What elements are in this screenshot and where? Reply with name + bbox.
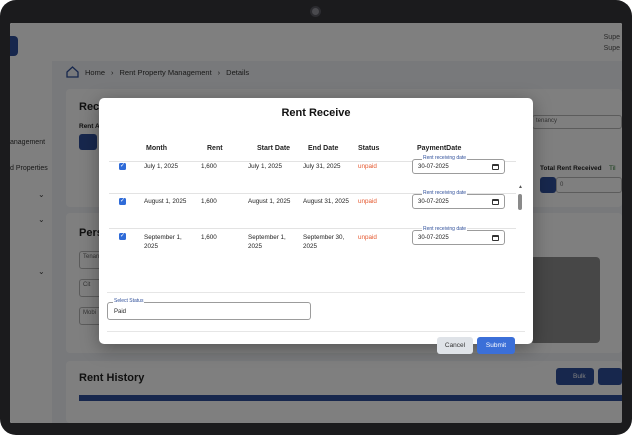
status-select[interactable]: Select Status Paid — [107, 298, 311, 320]
payment-date-value: 30-07-2025 — [418, 198, 449, 205]
device-frame: anagement d Properties ⌄ ⌄ ⌄ Supe Supe H… — [0, 0, 632, 435]
col-rent: Rent — [207, 145, 223, 152]
status-select-value: Paid — [114, 309, 127, 315]
col-start-date: Start Date — [257, 145, 291, 152]
cell-month: September 1, 2025 — [144, 234, 182, 250]
cell-rent: 1,600 — [201, 198, 217, 205]
scroll-thumb[interactable] — [518, 194, 522, 210]
modal-footer-divider — [107, 331, 525, 332]
modal-title: Rent Receive — [281, 107, 351, 119]
payment-date-label: Rent receiving date — [422, 155, 468, 161]
row-checkbox[interactable]: ✓ — [119, 163, 126, 170]
col-month: Month — [146, 145, 167, 152]
cell-end-date: September 30, 2025 — [303, 234, 345, 250]
col-payment-date: PaymentDate — [417, 145, 462, 152]
cell-end-date: July 31, 2025 — [303, 163, 341, 170]
app-screen: anagement d Properties ⌄ ⌄ ⌄ Supe Supe H… — [10, 23, 622, 423]
cell-status: unpaid — [358, 234, 377, 241]
cell-rent: 1,600 — [201, 234, 217, 241]
payment-date-field[interactable]: Rent receiving date 30-07-2025 — [412, 226, 505, 245]
modal-divider — [107, 292, 525, 293]
col-end-date: End Date — [308, 145, 339, 152]
payment-date-label: Rent receiving date — [422, 190, 468, 196]
table-row: ✓ September 1, 2025 1,600 September 1, 2… — [109, 226, 516, 265]
payment-date-value: 30-07-2025 — [418, 234, 449, 241]
calendar-icon[interactable] — [492, 234, 499, 241]
payment-date-field[interactable]: Rent receiving date 30-07-2025 — [412, 155, 505, 174]
payment-date-value: 30-07-2025 — [418, 163, 449, 170]
cancel-button[interactable]: Cancel — [437, 337, 473, 354]
scroll-up-icon[interactable]: ▲ — [518, 184, 522, 190]
camera-dot — [310, 6, 321, 17]
calendar-icon[interactable] — [492, 198, 499, 205]
cell-month: August 1, 2025 — [144, 198, 187, 205]
row-checkbox[interactable]: ✓ — [119, 233, 126, 240]
cell-month: July 1, 2025 — [144, 163, 178, 170]
status-select-label: Select Status — [113, 298, 145, 304]
cell-start-date: August 1, 2025 — [248, 198, 291, 205]
payment-date-field[interactable]: Rent receiving date 30-07-2025 — [412, 190, 505, 209]
cell-status: unpaid — [358, 163, 377, 170]
payment-date-label: Rent receiving date — [422, 226, 468, 232]
rent-table: Month Rent Start Date End Date Status Pa… — [109, 129, 522, 265]
cell-end-date: August 31, 2025 — [303, 198, 349, 205]
submit-button[interactable]: Submit — [477, 337, 515, 354]
calendar-icon[interactable] — [492, 163, 499, 170]
cell-status: unpaid — [358, 198, 377, 205]
cell-start-date: July 1, 2025 — [248, 163, 282, 170]
rent-receive-modal: Rent Receive Month Rent Start Date End D… — [99, 98, 533, 354]
cell-rent: 1,600 — [201, 163, 217, 170]
row-checkbox[interactable]: ✓ — [119, 198, 126, 205]
table-scrollbar[interactable]: ▲ ▼ — [518, 184, 522, 265]
col-status: Status — [358, 145, 380, 152]
cell-start-date: September 1, 2025 — [248, 234, 286, 250]
